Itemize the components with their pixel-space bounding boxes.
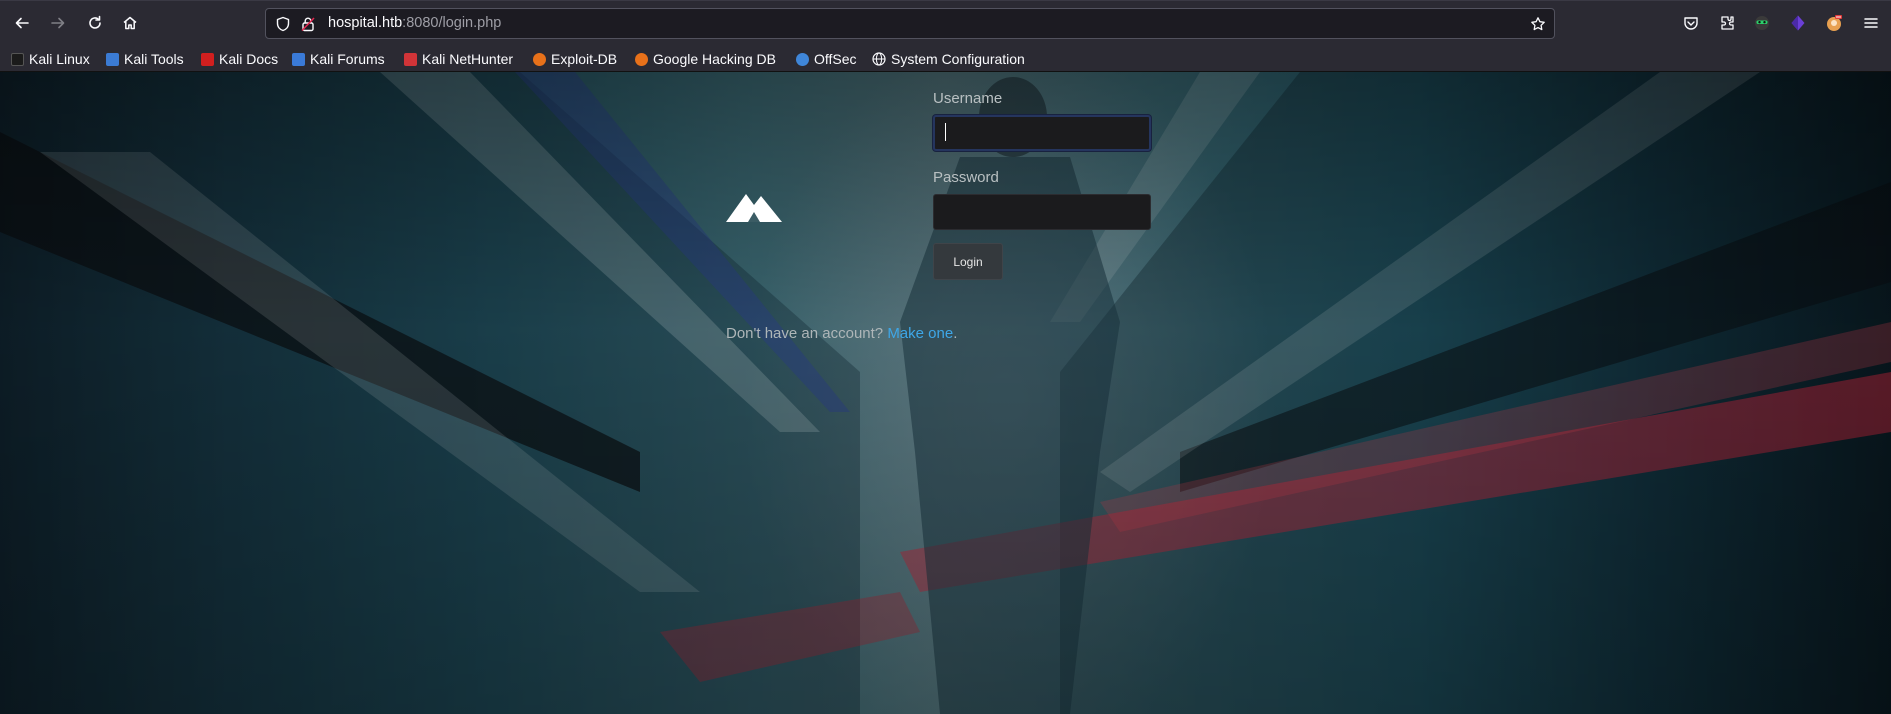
pocket-icon[interactable] bbox=[1682, 14, 1700, 32]
bookmark-label: OffSec bbox=[814, 51, 857, 67]
password-input[interactable] bbox=[933, 194, 1151, 230]
username-input[interactable] bbox=[933, 115, 1151, 151]
extensions-icon[interactable] bbox=[1718, 14, 1736, 32]
login-page: Username Password Login Don't have an ac… bbox=[0, 72, 1891, 714]
kali-docs-icon bbox=[201, 52, 214, 66]
bookmark-system-configuration[interactable]: System Configuration bbox=[872, 48, 1025, 70]
bookmark-google-hacking-db[interactable]: Google Hacking DB bbox=[635, 48, 776, 70]
bookmark-label: Kali NetHunter bbox=[422, 51, 514, 67]
shield-icon[interactable] bbox=[275, 16, 291, 32]
login-form: Username Password Login bbox=[933, 90, 1153, 280]
bookmark-label: Google Hacking DB bbox=[653, 51, 776, 67]
bookmarks-bar: Kali Linux Kali Tools Kali Docs Kali For… bbox=[0, 45, 1891, 72]
text-cursor bbox=[945, 123, 946, 141]
star-icon[interactable] bbox=[1530, 16, 1546, 32]
bookmark-label: Kali Forums bbox=[310, 51, 385, 67]
no-account-text: Don't have an account? bbox=[726, 325, 888, 342]
bookmark-label: Kali Docs bbox=[219, 51, 279, 67]
url-text[interactable]: hospital.htb:8080/login.php bbox=[328, 15, 501, 31]
mountain-logo-icon bbox=[726, 194, 782, 222]
reload-icon[interactable] bbox=[82, 10, 108, 36]
make-account-link[interactable]: Make one bbox=[887, 325, 953, 342]
username-field-wrapper bbox=[933, 115, 1153, 151]
bookmark-kali-tools[interactable]: Kali Tools bbox=[106, 48, 184, 70]
forward-arrow-icon[interactable] bbox=[45, 10, 71, 36]
back-arrow-icon[interactable] bbox=[9, 10, 35, 36]
url-host: hospital.htb bbox=[328, 15, 403, 31]
hacker-mask-icon[interactable] bbox=[1753, 14, 1771, 32]
url-path: :8080/login.php bbox=[402, 15, 502, 31]
home-icon[interactable] bbox=[117, 10, 143, 36]
signup-period: . bbox=[953, 325, 958, 342]
lock-icon[interactable] bbox=[300, 16, 316, 32]
bookmark-label: Kali Linux bbox=[29, 51, 90, 67]
password-label: Password bbox=[933, 169, 999, 186]
kali-forums-icon bbox=[292, 52, 305, 66]
bookmark-label: Kali Tools bbox=[124, 51, 184, 67]
signup-prompt: Don't have an account? Make one. bbox=[726, 325, 957, 342]
login-button[interactable]: Login bbox=[933, 243, 1003, 280]
hamburger-menu-icon[interactable] bbox=[1862, 14, 1880, 32]
purple-cube-icon[interactable] bbox=[1789, 14, 1807, 32]
globe-icon bbox=[872, 52, 886, 66]
offsec-icon bbox=[796, 52, 809, 66]
bookmark-kali-docs[interactable]: Kali Docs bbox=[201, 48, 278, 70]
bookmark-label: System Configuration bbox=[891, 51, 1025, 67]
bookmark-kali-forums[interactable]: Kali Forums bbox=[292, 48, 385, 70]
bookmark-kali-linux[interactable]: Kali Linux bbox=[11, 48, 90, 70]
profile-avatar-icon[interactable] bbox=[1825, 14, 1843, 32]
kali-dragon-icon bbox=[11, 52, 24, 66]
bookmark-label: Exploit-DB bbox=[551, 51, 618, 67]
ghdb-icon bbox=[635, 52, 648, 66]
username-label: Username bbox=[933, 90, 1003, 107]
bookmark-exploit-db[interactable]: Exploit-DB bbox=[533, 48, 617, 70]
url-bar[interactable]: hospital.htb:8080/login.php bbox=[265, 8, 1555, 39]
bookmark-offsec[interactable]: OffSec bbox=[796, 48, 857, 70]
browser-toolbar: hospital.htb:8080/login.php bbox=[0, 0, 1891, 45]
exploit-db-icon bbox=[533, 52, 546, 66]
bookmark-kali-nethunter[interactable]: Kali NetHunter bbox=[404, 48, 513, 70]
kali-nethunter-icon bbox=[404, 52, 417, 66]
kali-tools-icon bbox=[106, 52, 119, 66]
